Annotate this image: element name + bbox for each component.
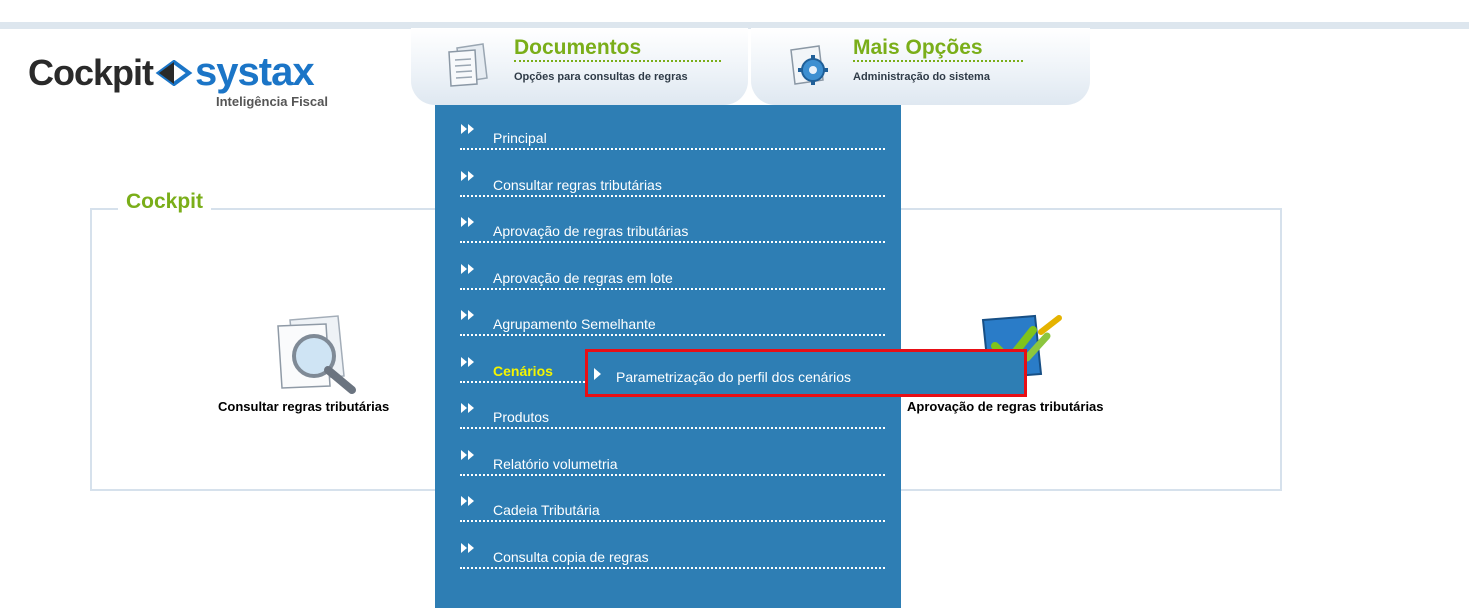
double-chevron-icon: [461, 310, 474, 320]
documents-icon: [448, 43, 488, 87]
diamond-logo-icon: [155, 59, 193, 86]
menu-item-cadeia-tributaria[interactable]: Cadeia Tributária: [460, 477, 885, 523]
cockpit-item-consultar-label[interactable]: Consultar regras tributárias: [218, 399, 389, 414]
menu-item-label: Consultar regras tributárias: [493, 176, 662, 193]
double-chevron-icon: [461, 542, 474, 553]
menu-item-divider: [460, 148, 885, 150]
menu-item-label: Aprovação de regras em lote: [493, 269, 673, 286]
menu-item-divider: [460, 566, 885, 569]
menu-item-consultar-regras[interactable]: Consultar regras tributárias: [460, 152, 885, 198]
menu-item-label: Produtos: [493, 409, 550, 425]
tab-documentos-subtitle: Opções para consultas de regras: [514, 71, 688, 83]
menu-item-label: Agrupamento Semelhante: [493, 316, 656, 332]
double-chevron-icon: [461, 449, 474, 460]
tab-documentos[interactable]: Documentos Opções para consultas de regr…: [411, 28, 748, 105]
cockpit-legend: Cockpit: [118, 190, 212, 214]
menu-item-divider: [460, 520, 885, 522]
menu-item-label: Consulta copia de regras: [493, 548, 649, 565]
submenu-parametrizacao[interactable]: Parametrização do perfil dos cenários: [585, 349, 1027, 397]
double-chevron-icon: [461, 403, 474, 413]
menu-item-label: Aprovação de regras tributárias: [493, 223, 689, 239]
menu-item-consulta-copia-regras[interactable]: Consulta copia de regras: [460, 524, 885, 570]
menu-item-label: Relatório volumetria: [493, 455, 618, 472]
double-chevron-icon: [461, 124, 474, 134]
menu-item-divider: [460, 473, 885, 476]
menu-item-label: Cenários: [493, 362, 553, 379]
tab-mais-opcoes-subtitle: Administração do sistema: [853, 71, 990, 83]
brand-cockpit-text: Cockpit: [28, 51, 154, 93]
double-chevron-icon: [461, 263, 474, 274]
double-chevron-icon: [461, 356, 474, 367]
magnifier-icon[interactable]: [272, 314, 364, 396]
menu-item-divider: [460, 427, 885, 429]
menu-item-label: Cadeia Tributária: [493, 502, 600, 518]
menu-item-aprovacao-lote[interactable]: Aprovação de regras em lote: [460, 245, 885, 291]
tab-mais-opcoes[interactable]: Mais Opções Administração do sistema: [751, 28, 1090, 105]
menu-item-label: Principal: [493, 130, 547, 146]
tab-mais-opcoes-title: Mais Opções: [853, 36, 983, 59]
tab-documentos-divider: [514, 60, 721, 62]
menu-item-divider: [460, 241, 885, 243]
menu-item-aprovacao-regras[interactable]: Aprovação de regras tributárias: [460, 198, 885, 244]
menu-item-divider: [460, 334, 885, 336]
menu-item-principal[interactable]: Principal: [460, 105, 885, 151]
brand-logo[interactable]: Cockpit systax Inteligência Fiscal: [28, 50, 328, 109]
menu-item-divider: [460, 194, 885, 197]
cockpit-item-aprovacao-label[interactable]: Aprovação de regras tributárias: [907, 399, 1104, 414]
brand-systax-text: systax: [195, 50, 315, 94]
gear-icon: [790, 45, 828, 85]
submenu-parametrizacao-label: Parametrização do perfil dos cenários: [616, 369, 852, 385]
menu-item-relatorio-volumetria[interactable]: Relatório volumetria: [460, 431, 885, 477]
double-chevron-icon: [461, 217, 474, 227]
double-chevron-icon: [461, 170, 474, 181]
menu-item-divider: [460, 287, 885, 290]
brand-tagline: Inteligência Fiscal: [216, 94, 328, 109]
tab-documentos-title: Documentos: [514, 36, 642, 59]
tab-mais-opcoes-divider: [853, 60, 1023, 62]
submenu-arrow-icon: [594, 368, 601, 380]
double-chevron-icon: [461, 496, 474, 506]
menu-item-agrupamento-semelhante[interactable]: Agrupamento Semelhante: [460, 291, 885, 337]
